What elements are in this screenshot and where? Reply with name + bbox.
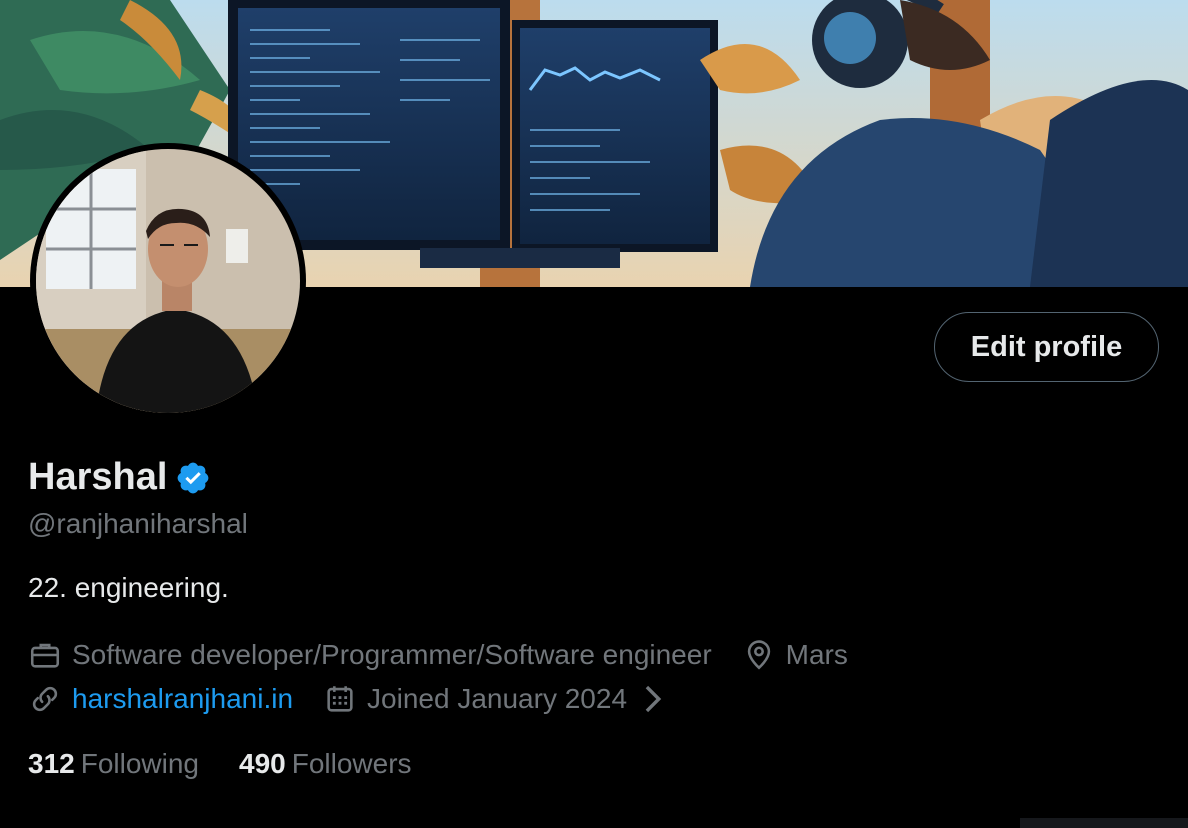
joined-item[interactable]: Joined January 2024 <box>323 682 679 716</box>
briefcase-icon <box>30 643 60 668</box>
link-icon <box>32 686 58 712</box>
location-text: Mars <box>785 639 848 670</box>
website-link[interactable]: harshalranjhani.in <box>72 683 293 715</box>
followers-label: Followers <box>291 748 412 779</box>
profile-meta-row: Software developer/Programmer/Software e… <box>28 638 878 672</box>
followers-stat[interactable]: 490 Followers <box>239 748 412 780</box>
following-stat[interactable]: 312 Following <box>28 748 199 780</box>
bottom-edge-divider <box>1020 818 1188 828</box>
follow-stats: 312 Following 490 Followers <box>28 748 452 780</box>
website-item[interactable]: harshalranjhani.in <box>28 682 293 716</box>
chevron-right-icon[interactable] <box>635 682 669 716</box>
profile-handle: @ranjhaniharshal <box>28 508 248 539</box>
location-pin-icon <box>747 640 770 670</box>
following-count: 312 <box>28 748 75 779</box>
avatar[interactable] <box>30 143 306 419</box>
followers-count: 490 <box>239 748 286 779</box>
profession-text: Software developer/Programmer/Software e… <box>72 639 712 670</box>
edit-profile-button[interactable]: Edit profile <box>934 312 1159 382</box>
avatar-photo <box>36 149 300 413</box>
joined-text: Joined January 2024 <box>367 683 628 714</box>
location-item: Mars <box>742 638 848 672</box>
calendar-icon <box>327 686 353 712</box>
profile-bio: 22. engineering. <box>28 572 229 603</box>
verified-badge-icon[interactable] <box>175 460 211 496</box>
profile-name: Harshal <box>28 456 168 498</box>
profile-name-row: Harshal <box>28 456 211 499</box>
profession-item: Software developer/Programmer/Software e… <box>28 638 712 672</box>
profile-meta-row: harshalranjhani.in Joined January 2024 <box>28 682 709 716</box>
following-label: Following <box>80 748 199 779</box>
